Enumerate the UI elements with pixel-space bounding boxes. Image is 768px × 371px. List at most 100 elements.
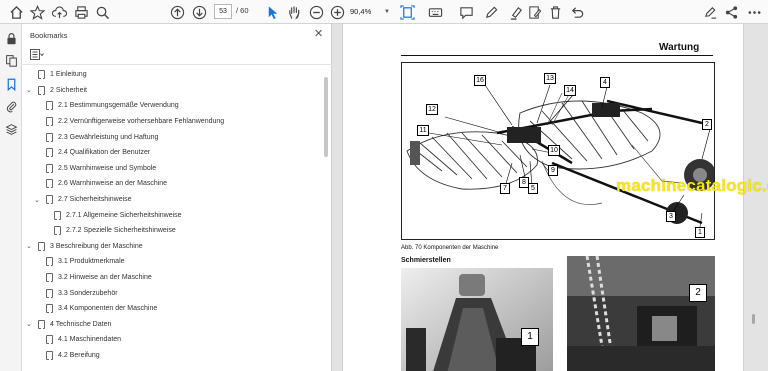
more-icon[interactable] xyxy=(745,3,763,21)
page-up-icon[interactable] xyxy=(168,3,186,21)
bookmark-item[interactable]: 2.6 Warnhinweise an der Maschine xyxy=(22,176,322,192)
bookmark-item[interactable]: 3.3 Sonderzubehör xyxy=(22,285,322,301)
bookmark-item[interactable]: 3.1 Produktmerkmale xyxy=(22,254,322,270)
callout-label: 16 xyxy=(474,75,486,86)
bookmark-label: 4 Technische Daten xyxy=(50,320,112,328)
photo-image xyxy=(567,256,715,371)
page-number-input[interactable]: 53 xyxy=(214,4,232,19)
search-icon[interactable] xyxy=(93,3,111,21)
bookmark-icon xyxy=(46,163,53,173)
bookmark-item[interactable]: 4.1 Maschinendaten xyxy=(22,332,322,348)
hand-pan-icon[interactable] xyxy=(285,3,303,21)
bookmark-item[interactable]: 3.4 Komponenten der Maschine xyxy=(22,301,322,317)
figure-caption: Abb. 70 Komponenten der Maschine xyxy=(401,245,499,251)
chevron-down-icon[interactable]: ⌄ xyxy=(26,86,34,94)
callout-label: 7 xyxy=(500,183,510,194)
zoom-value: 90,4% xyxy=(350,7,372,16)
chevron-down-icon[interactable]: ⌄ xyxy=(34,196,42,204)
home-icon[interactable] xyxy=(7,3,25,21)
callout-label: 14 xyxy=(564,85,576,96)
photo-callout: 1 xyxy=(521,328,539,346)
bookmark-item[interactable]: ⌄ 2 Sicherheit xyxy=(22,83,322,99)
highlight-icon[interactable] xyxy=(507,3,525,21)
bookmark-label: 2.7 Sicherheitshinweise xyxy=(58,196,132,204)
bookmark-item[interactable]: 2.3 Gewährleistung und Haftung xyxy=(22,129,322,145)
photo-image xyxy=(401,268,553,371)
bookmark-item[interactable]: ⌄ 4 Technische Daten xyxy=(22,317,322,333)
bookmark-icon xyxy=(46,350,53,360)
bookmark-item[interactable]: ⌄ 3 Beschreibung der Maschine xyxy=(22,239,322,255)
undo-icon[interactable] xyxy=(568,3,586,21)
bookmark-item[interactable]: 2.2 Vernünftigerweise vorhersehbare Fehl… xyxy=(22,114,322,130)
delete-icon[interactable] xyxy=(546,3,564,21)
bookmark-icon xyxy=(46,257,53,267)
zoom-out-icon[interactable] xyxy=(307,3,325,21)
bookmark-label: 3 Beschreibung der Maschine xyxy=(50,242,143,250)
main-toolbar: 53 / 60 90,4% ▼ xyxy=(0,0,768,24)
edit-pdf-icon[interactable] xyxy=(525,3,543,21)
bookmarks-panel: Bookmarks ✕ 1 Einleitung ⌄ 2 Sicherheit 2.1… xyxy=(22,24,332,371)
bookmark-label: 2.7.1 Allgemeine Sicherheitshinweise xyxy=(66,211,182,219)
bookmark-star-icon[interactable] xyxy=(28,3,46,21)
bookmark-item[interactable]: 2.7.1 Allgemeine Sicherheitshinweise xyxy=(22,207,322,223)
bookmark-label: 2.1 Bestimmungsgemäße Verwendung xyxy=(58,102,179,110)
chevron-down-icon[interactable]: ⌄ xyxy=(26,320,34,328)
document-viewport: Wartung 16 13 4 14 12 2 11 10 9 8 7 5 3 … xyxy=(332,24,768,371)
panel-scrollbar[interactable] xyxy=(324,77,328,157)
bookmark-item[interactable]: ⌄ 2.7 Sicherheitshinweise xyxy=(22,192,322,208)
bookmark-icon xyxy=(46,304,53,314)
document-scrollbar[interactable] xyxy=(752,314,755,324)
subheading: Schmierstellen xyxy=(401,257,451,264)
pen-sign-icon[interactable] xyxy=(701,3,719,21)
chevron-down-icon[interactable]: ⌄ xyxy=(26,242,34,250)
bookmark-icon xyxy=(46,179,53,189)
watermark: machinecatalogic.com xyxy=(616,176,768,195)
callout-label: 5 xyxy=(528,183,538,194)
share-icon[interactable] xyxy=(722,3,740,21)
layers-icon[interactable] xyxy=(3,121,19,137)
bookmark-item[interactable]: 3.2 Hinweise an der Maschine xyxy=(22,270,322,286)
keyboard-icon[interactable] xyxy=(426,3,444,21)
divider xyxy=(22,64,332,65)
page-total: / 60 xyxy=(236,6,249,15)
bookmark-label: 4.1 Maschinendaten xyxy=(58,336,122,344)
bookmark-icon xyxy=(46,132,53,142)
bookmark-label: 2.6 Warnhinweise an der Maschine xyxy=(58,180,168,188)
bookmark-label: 2.2 Vernünftigerweise vorhersehbare Fehl… xyxy=(58,118,225,126)
comment-icon[interactable] xyxy=(457,3,475,21)
bookmark-label: 3.3 Sonderzubehör xyxy=(58,289,118,297)
pen-icon[interactable] xyxy=(482,3,500,21)
bookmark-list: 1 Einleitung ⌄ 2 Sicherheit 2.1 Bestimmungs… xyxy=(22,67,322,363)
bookmark-label: 1 Einleitung xyxy=(50,71,87,79)
zoom-select[interactable]: 90,4% ▼ xyxy=(350,5,390,19)
bookmark-icon xyxy=(46,117,53,127)
bookmark-item[interactable]: 2.7.2 Spezielle Sicherheitshinweise xyxy=(22,223,322,239)
upload-cloud-icon[interactable] xyxy=(50,3,68,21)
select-cursor-icon[interactable] xyxy=(263,3,281,21)
chevron-down-icon: ▼ xyxy=(384,9,390,15)
bookmark-item[interactable]: 2.5 Warnhinweise und Symbole xyxy=(22,161,322,177)
lock-icon[interactable] xyxy=(3,30,19,46)
bookmark-options-button[interactable] xyxy=(30,48,50,61)
pages-icon[interactable] xyxy=(3,52,19,68)
bookmark-label: 2.7.2 Spezielle Sicherheitshinweise xyxy=(66,227,176,235)
callout-label: 3 xyxy=(666,211,676,222)
zoom-in-icon[interactable] xyxy=(328,3,346,21)
panel-title: Bookmarks xyxy=(30,31,68,40)
callout-label: 12 xyxy=(426,104,438,115)
bookmark-item[interactable]: 2.1 Bestimmungsgemäße Verwendung xyxy=(22,98,322,114)
fit-page-icon[interactable] xyxy=(398,3,416,21)
print-icon[interactable] xyxy=(72,3,90,21)
bookmark-item[interactable]: 1 Einleitung xyxy=(22,67,322,83)
callout-label: 9 xyxy=(548,165,558,176)
bookmark-item[interactable]: 4.2 Bereifung xyxy=(22,348,322,364)
section-title: Wartung xyxy=(659,42,700,53)
navigation-rail xyxy=(0,24,22,371)
bookmarks-icon[interactable] xyxy=(3,76,19,92)
bookmark-icon xyxy=(46,195,53,205)
bookmark-icon xyxy=(54,226,61,236)
attachment-icon[interactable] xyxy=(3,98,19,114)
page-down-icon[interactable] xyxy=(190,3,208,21)
bookmark-item[interactable]: 2.4 Qualifikation der Benutzer xyxy=(22,145,322,161)
close-icon[interactable]: ✕ xyxy=(314,27,323,40)
